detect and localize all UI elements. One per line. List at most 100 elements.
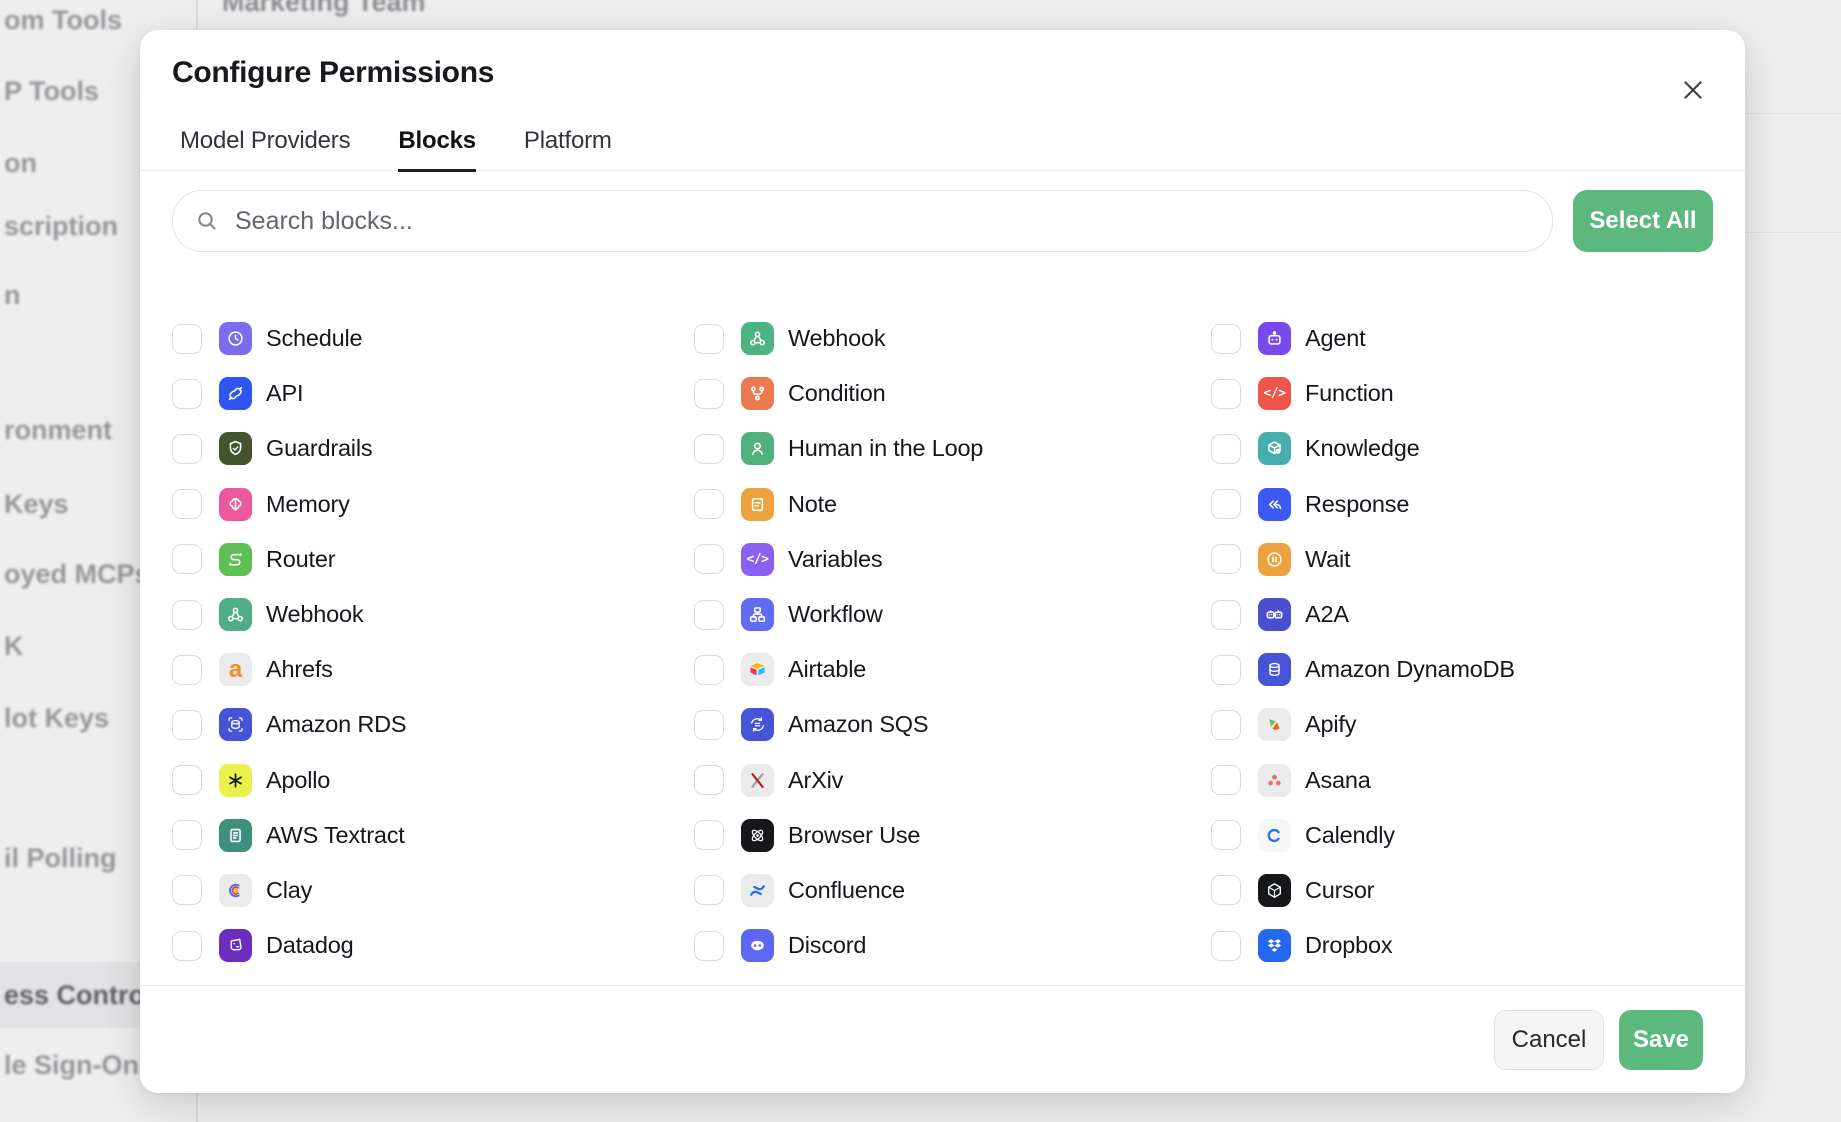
block-item-router[interactable]: Router (172, 532, 694, 587)
block-checkbox-human-in-the-loop[interactable] (694, 434, 724, 464)
block-item-condition[interactable]: Condition (694, 366, 1211, 421)
block-checkbox-discord[interactable] (694, 931, 724, 961)
block-item-schedule[interactable]: Schedule (172, 311, 694, 366)
block-item-apify[interactable]: Apify (1211, 697, 1717, 752)
block-label: Calendly (1305, 822, 1395, 849)
search-icon (195, 209, 219, 233)
block-item-amazon-sqs[interactable]: Amazon SQS (694, 697, 1211, 752)
block-checkbox-router[interactable] (172, 544, 202, 574)
sidebar-divider (196, 0, 198, 30)
block-checkbox-condition[interactable] (694, 379, 724, 409)
discord-icon (741, 929, 774, 962)
block-label: Memory (266, 491, 350, 518)
block-label: AWS Textract (266, 822, 405, 849)
block-item-guardrails[interactable]: Guardrails (172, 421, 694, 476)
block-item-function[interactable]: </>Function (1211, 366, 1717, 421)
block-checkbox-guardrails[interactable] (172, 434, 202, 464)
block-checkbox-amazon-dynamodb[interactable] (1211, 655, 1241, 685)
block-item-wait[interactable]: Wait (1211, 532, 1717, 587)
block-checkbox-webhook[interactable] (172, 600, 202, 630)
block-item-webhook[interactable]: Webhook (694, 311, 1211, 366)
block-checkbox-function[interactable] (1211, 379, 1241, 409)
block-checkbox-apollo[interactable] (172, 765, 202, 795)
block-item-dropbox[interactable]: Dropbox (1211, 918, 1717, 973)
tab-platform[interactable]: Platform (524, 127, 612, 172)
block-checkbox-ahrefs[interactable] (172, 655, 202, 685)
block-item-human-in-the-loop[interactable]: Human in the Loop (694, 421, 1211, 476)
block-checkbox-response[interactable] (1211, 489, 1241, 519)
block-item-arxiv[interactable]: ArXiv (694, 753, 1211, 808)
block-item-agent[interactable]: Agent (1211, 311, 1717, 366)
block-item-note[interactable]: Note (694, 477, 1211, 532)
block-checkbox-knowledge[interactable] (1211, 434, 1241, 464)
block-checkbox-dropbox[interactable] (1211, 931, 1241, 961)
tab-blocks[interactable]: Blocks (398, 127, 476, 172)
cursor-icon (1258, 874, 1291, 907)
tab-model-providers[interactable]: Model Providers (180, 127, 350, 172)
block-item-memory[interactable]: Memory (172, 477, 694, 532)
background-sidebar-item: le Sign-On (4, 1050, 139, 1081)
block-item-workflow[interactable]: Workflow (694, 587, 1211, 642)
block-checkbox-apify[interactable] (1211, 710, 1241, 740)
block-checkbox-webhook[interactable] (694, 324, 724, 354)
block-checkbox-datadog[interactable] (172, 931, 202, 961)
block-checkbox-memory[interactable] (172, 489, 202, 519)
block-item-asana[interactable]: Asana (1211, 753, 1717, 808)
block-item-variables[interactable]: </>Variables (694, 532, 1211, 587)
block-checkbox-api[interactable] (172, 379, 202, 409)
block-checkbox-agent[interactable] (1211, 324, 1241, 354)
block-item-api[interactable]: API (172, 366, 694, 421)
search-input[interactable] (233, 206, 1530, 237)
block-checkbox-calendly[interactable] (1211, 820, 1241, 850)
block-item-knowledge[interactable]: Knowledge (1211, 421, 1717, 476)
block-checkbox-note[interactable] (694, 489, 724, 519)
block-item-airtable[interactable]: Airtable (694, 642, 1211, 697)
block-item-discord[interactable]: Discord (694, 918, 1211, 973)
block-checkbox-clay[interactable] (172, 875, 202, 905)
block-item-browser-use[interactable]: Browser Use (694, 808, 1211, 863)
block-label: Workflow (788, 601, 883, 628)
block-item-response[interactable]: Response (1211, 477, 1717, 532)
browseruse-icon (741, 819, 774, 852)
block-item-aws-textract[interactable]: AWS Textract (172, 808, 694, 863)
block-checkbox-a2a[interactable] (1211, 600, 1241, 630)
block-item-webhook[interactable]: Webhook (172, 587, 694, 642)
block-item-apollo[interactable]: Apollo (172, 753, 694, 808)
workflow-icon (741, 598, 774, 631)
save-button[interactable]: Save (1619, 1010, 1703, 1070)
block-checkbox-cursor[interactable] (1211, 875, 1241, 905)
block-checkbox-variables[interactable] (694, 544, 724, 574)
block-checkbox-airtable[interactable] (694, 655, 724, 685)
block-item-amazon-dynamodb[interactable]: Amazon DynamoDB (1211, 642, 1717, 697)
select-all-button[interactable]: Select All (1573, 190, 1713, 252)
block-item-clay[interactable]: Clay (172, 863, 694, 918)
block-checkbox-confluence[interactable] (694, 875, 724, 905)
block-item-cursor[interactable]: Cursor (1211, 863, 1717, 918)
block-item-a2a[interactable]: A2A (1211, 587, 1717, 642)
block-checkbox-amazon-sqs[interactable] (694, 710, 724, 740)
block-item-amazon-rds[interactable]: Amazon RDS (172, 697, 694, 752)
block-item-ahrefs[interactable]: aAhrefs (172, 642, 694, 697)
block-checkbox-amazon-rds[interactable] (172, 710, 202, 740)
guardrails-icon (219, 432, 252, 465)
block-item-confluence[interactable]: Confluence (694, 863, 1211, 918)
response-icon (1258, 488, 1291, 521)
confluence-icon (741, 874, 774, 907)
background-row-divider (1745, 113, 1841, 114)
block-checkbox-workflow[interactable] (694, 600, 724, 630)
block-item-calendly[interactable]: Calendly (1211, 808, 1717, 863)
block-checkbox-aws-textract[interactable] (172, 820, 202, 850)
block-checkbox-asana[interactable] (1211, 765, 1241, 795)
close-icon[interactable] (1675, 72, 1711, 108)
rds-icon (219, 708, 252, 741)
cancel-button[interactable]: Cancel (1494, 1010, 1604, 1070)
dropbox-icon (1258, 929, 1291, 962)
block-checkbox-wait[interactable] (1211, 544, 1241, 574)
block-checkbox-arxiv[interactable] (694, 765, 724, 795)
block-item-datadog[interactable]: Datadog (172, 918, 694, 973)
block-label: Amazon RDS (266, 711, 406, 738)
block-checkbox-browser-use[interactable] (694, 820, 724, 850)
background-sidebar-item: P Tools (4, 76, 99, 107)
router-icon (219, 543, 252, 576)
block-checkbox-schedule[interactable] (172, 324, 202, 354)
